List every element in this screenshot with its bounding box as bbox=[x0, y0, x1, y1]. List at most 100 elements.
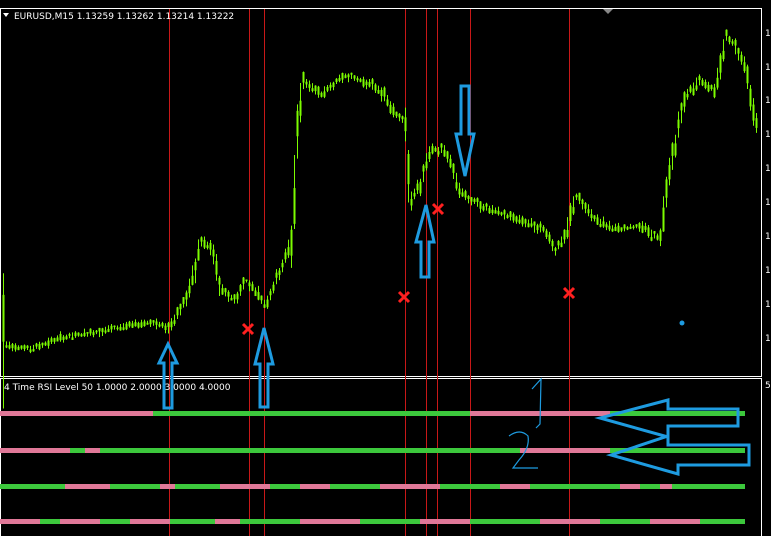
candle-body bbox=[167, 323, 170, 328]
candle-body bbox=[203, 239, 206, 248]
candle-body bbox=[377, 90, 380, 94]
candle-body bbox=[68, 334, 71, 336]
candle-body bbox=[5, 345, 8, 348]
candle-body bbox=[317, 86, 320, 95]
candle-body bbox=[596, 217, 599, 225]
left-arrow-icon bbox=[594, 398, 740, 439]
candle-body bbox=[698, 76, 701, 81]
candle-body bbox=[593, 215, 596, 220]
candle-body bbox=[149, 319, 152, 325]
candle-body bbox=[548, 234, 551, 242]
candle-body bbox=[227, 291, 230, 297]
rsi-bar-segment bbox=[220, 484, 270, 489]
candle-body bbox=[230, 297, 233, 301]
candle-body bbox=[470, 197, 473, 202]
candle-body bbox=[416, 183, 419, 191]
rsi-bar-segment bbox=[240, 519, 300, 524]
rsi-bar-segment bbox=[470, 519, 540, 524]
candle-body bbox=[695, 85, 698, 90]
candle-body bbox=[134, 322, 137, 327]
candle-body bbox=[719, 55, 722, 73]
candle-body bbox=[440, 143, 443, 148]
main-chart-header: EURUSD,M15 1.13259 1.13262 1.13214 1.132… bbox=[14, 12, 234, 22]
candle-body bbox=[626, 227, 629, 230]
candle-body bbox=[278, 270, 281, 275]
candle-body bbox=[128, 321, 131, 327]
candle-body bbox=[437, 151, 440, 155]
candle-body bbox=[191, 275, 194, 285]
candle-body bbox=[164, 325, 167, 331]
candle-body bbox=[38, 343, 41, 350]
candle-body bbox=[122, 327, 125, 330]
candle-body bbox=[587, 209, 590, 214]
candle-body bbox=[680, 103, 683, 111]
candle-body bbox=[107, 328, 110, 332]
candle-body bbox=[296, 110, 299, 137]
chart-canvas[interactable]: EURUSD,M15 1.13259 1.13262 1.13214 1.132… bbox=[0, 0, 771, 536]
price-tick: 1 bbox=[765, 334, 771, 344]
dropdown-triangle-icon[interactable] bbox=[3, 13, 9, 17]
candle-body bbox=[287, 247, 290, 256]
candle-body bbox=[632, 226, 635, 229]
candle-body bbox=[140, 322, 143, 328]
candle-body bbox=[170, 321, 173, 328]
cross-marker bbox=[397, 290, 411, 304]
candle-body bbox=[56, 337, 59, 342]
candle-body bbox=[185, 292, 188, 300]
rsi-bar-segment bbox=[660, 484, 672, 489]
candle-body bbox=[260, 295, 263, 301]
rsi-bar-segment bbox=[650, 519, 700, 524]
candle-body bbox=[752, 104, 755, 121]
candle-body bbox=[104, 330, 107, 333]
candle-body bbox=[731, 41, 734, 44]
candle-body bbox=[392, 106, 395, 115]
candle-body bbox=[77, 332, 80, 336]
left-arrow-icon bbox=[605, 433, 751, 476]
candle-body bbox=[281, 262, 284, 268]
candle-body bbox=[656, 235, 659, 240]
candle-body bbox=[323, 91, 326, 97]
candle-body bbox=[452, 163, 455, 173]
candle-body bbox=[746, 66, 749, 84]
rsi-bar-segment bbox=[100, 519, 130, 524]
candle-body bbox=[533, 221, 536, 226]
candle-body bbox=[137, 322, 140, 328]
candle-body bbox=[215, 260, 218, 275]
candle-body bbox=[488, 208, 491, 214]
rsi-bar-segment bbox=[215, 519, 240, 524]
candle-body bbox=[413, 192, 416, 197]
rsi-bar-segment bbox=[100, 448, 520, 453]
price-tick: 1 bbox=[765, 63, 771, 73]
price-tick: 1 bbox=[765, 164, 771, 174]
candle-body bbox=[113, 325, 116, 328]
candle-body bbox=[512, 214, 515, 221]
candle-body bbox=[425, 161, 428, 169]
rsi-bar-segment bbox=[640, 484, 660, 489]
candle-body bbox=[368, 82, 371, 87]
candle-body bbox=[173, 320, 176, 324]
candle-body bbox=[65, 336, 68, 340]
candle-body bbox=[326, 86, 329, 91]
candle-body bbox=[359, 79, 362, 82]
candle-body bbox=[80, 334, 83, 337]
candle-body bbox=[683, 92, 686, 107]
candle-body bbox=[524, 219, 527, 224]
candle-body bbox=[23, 345, 26, 350]
candle-body bbox=[53, 338, 56, 342]
handwritten-labels bbox=[508, 377, 542, 469]
candle-body bbox=[305, 81, 308, 85]
candle-body bbox=[743, 62, 746, 72]
candle-body bbox=[506, 215, 509, 219]
candle-body bbox=[728, 36, 731, 43]
candle-body bbox=[62, 336, 65, 340]
candle-body bbox=[47, 340, 50, 346]
candle-body bbox=[251, 284, 254, 291]
candle-body bbox=[407, 154, 410, 185]
candle-body bbox=[290, 229, 293, 256]
candle-body bbox=[44, 342, 47, 346]
down-arrow-icon bbox=[454, 84, 476, 177]
rsi-bar-segment bbox=[380, 484, 440, 489]
candle-body bbox=[662, 207, 665, 232]
candle-body bbox=[566, 230, 569, 237]
price-tick: 1 bbox=[765, 198, 771, 208]
